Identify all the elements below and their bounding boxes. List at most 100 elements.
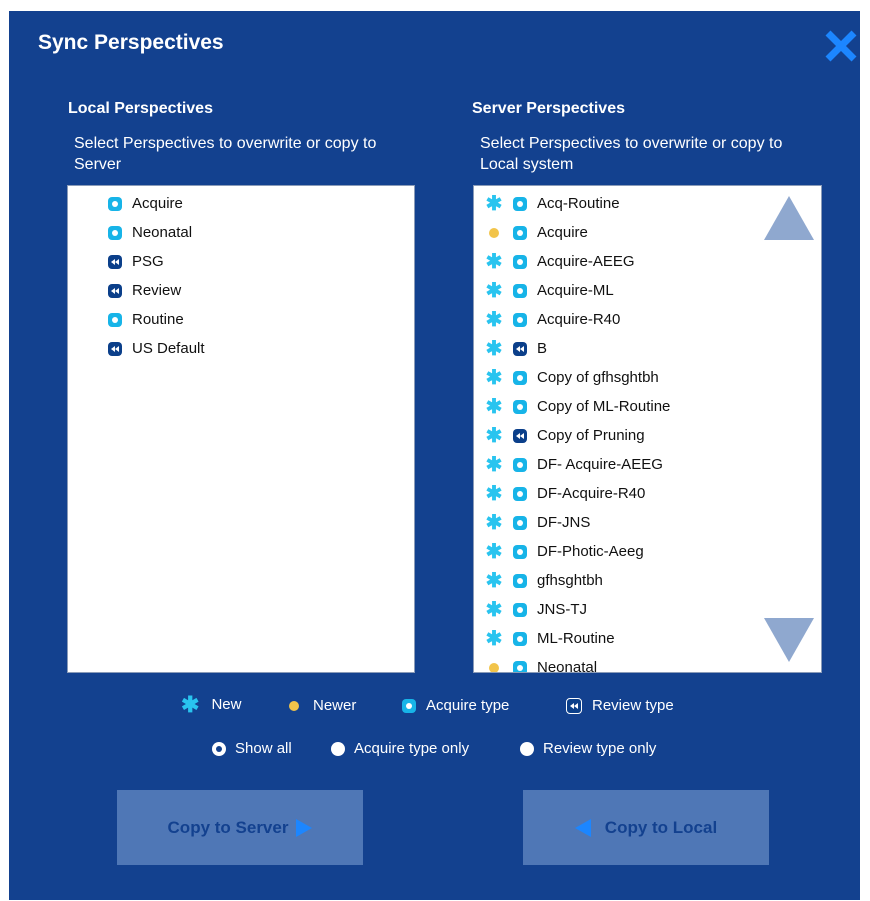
new-asterisk-icon: ✱ [485, 598, 503, 621]
new-asterisk-icon: ✱ [485, 250, 503, 273]
server-perspectives-heading: Server Perspectives [472, 100, 625, 117]
review-type-icon [108, 283, 122, 298]
newer-dot-icon [289, 700, 299, 711]
server-list-item[interactable]: ✱ Acquire-R40 [481, 305, 621, 334]
local-perspectives-list[interactable]: Acquire Neonatal PSG Review Routine US Defaul… [67, 185, 415, 673]
server-list-item[interactable]: ✱ JNS-TJ [481, 595, 587, 624]
new-asterisk-icon: ✱ [485, 308, 503, 331]
legend-acquire-label: Acquire type [426, 697, 510, 714]
new-asterisk-icon: ✱ [485, 540, 503, 563]
filter-acquire-only-radio[interactable]: Acquire type only [331, 740, 469, 757]
legend-acquire: Acquire type [402, 697, 509, 714]
list-item-label: Acq-Routine [537, 195, 620, 212]
server-perspectives-list[interactable]: Neonatal ✱ ML-Routine ✱ JNS-TJ ✱ gfhsghtbh ✱ DF-… [473, 185, 822, 673]
list-item-label: Neonatal [537, 659, 598, 673]
close-icon[interactable] [824, 29, 858, 63]
acquire-type-icon [108, 225, 122, 240]
list-item-label: Acquire-AEEG [537, 253, 635, 270]
copy-to-local-button[interactable]: Copy to Local [523, 790, 769, 865]
acquire-type-icon [513, 631, 527, 646]
acquire-type-icon [513, 196, 527, 211]
acquire-type-icon [513, 573, 527, 588]
server-list-item[interactable]: Neonatal [481, 653, 598, 673]
dialog-title: Sync Perspectives [38, 31, 224, 54]
server-list-item[interactable]: ✱ DF-JNS [481, 508, 591, 537]
list-item-label: DF- Acquire-AEEG [537, 456, 663, 473]
new-asterisk-icon: ✱ [485, 366, 503, 389]
legend-new: ✱ New [181, 691, 242, 717]
new-asterisk-icon: ✱ [485, 337, 503, 360]
acquire-type-icon [513, 544, 527, 559]
list-item-label: DF-JNS [537, 514, 591, 531]
legend-new-label: New [211, 696, 242, 713]
filter-show-all-radio[interactable]: Show all [212, 740, 292, 757]
scroll-up-arrow[interactable] [764, 196, 814, 245]
server-list-item[interactable]: ✱ B [481, 334, 547, 363]
scroll-down-arrow[interactable] [764, 618, 814, 667]
filter-show-all-label: Show all [235, 740, 292, 757]
sync-perspectives-dialog: Sync Perspectives Local Perspectives Sel… [9, 11, 860, 900]
list-item-label: B [537, 340, 548, 357]
copy-to-local-label: Copy to Local [604, 817, 718, 837]
review-type-icon [108, 254, 122, 269]
new-asterisk-icon: ✱ [485, 424, 503, 447]
acquire-type-icon [513, 283, 527, 298]
copy-to-server-label: Copy to Server [167, 817, 289, 837]
review-type-icon [513, 428, 527, 443]
acquire-type-icon [402, 698, 416, 713]
review-type-icon [566, 697, 582, 714]
server-list-item[interactable]: ✱ gfhsghtbh [481, 566, 603, 595]
newer-dot-icon [481, 662, 507, 672]
server-list-item[interactable]: ✱ ML-Routine [481, 624, 615, 653]
list-item-label: gfhsghtbh [537, 572, 603, 589]
new-asterisk-icon: ✱ [181, 691, 200, 717]
filter-review-only-label: Review type only [543, 740, 657, 757]
new-asterisk-icon: ✱ [485, 627, 503, 650]
review-type-icon [108, 341, 122, 356]
server-list-item[interactable]: ✱ Acquire-ML [481, 276, 614, 305]
local-list-item[interactable]: Review [108, 276, 181, 305]
local-list-item[interactable]: Neonatal [108, 218, 192, 247]
legend-review: Review type [566, 697, 674, 714]
local-list-item[interactable]: Acquire [108, 189, 183, 218]
copy-to-server-button[interactable]: Copy to Server [117, 790, 363, 865]
new-asterisk-icon: ✱ [485, 395, 503, 418]
list-item-label: Review [132, 282, 182, 299]
server-list-item[interactable]: ✱ Acquire-AEEG [481, 247, 635, 276]
acquire-type-icon [513, 370, 527, 385]
local-list-item[interactable]: Routine [108, 305, 184, 334]
acquire-type-icon [513, 225, 527, 240]
acquire-type-icon [513, 602, 527, 617]
list-item-label: Neonatal [132, 224, 193, 241]
radio-unselected-icon [520, 741, 534, 756]
list-item-label: Acquire-R40 [537, 311, 621, 328]
server-instruction: Select Perspectives to overwrite or copy… [480, 135, 783, 173]
acquire-type-icon [513, 515, 527, 530]
acquire-type-icon [108, 196, 122, 211]
radio-unselected-icon [331, 741, 345, 756]
filter-review-only-radio[interactable]: Review type only [520, 740, 656, 757]
acquire-type-icon [513, 312, 527, 327]
filter-acquire-only-label: Acquire type only [354, 740, 470, 757]
review-type-icon [513, 341, 527, 356]
local-list-item[interactable]: PSG [108, 247, 164, 276]
arrow-left-icon [574, 818, 591, 837]
acquire-type-icon [513, 399, 527, 414]
acquire-type-icon [513, 457, 527, 472]
server-list-item[interactable]: Acquire [481, 218, 588, 247]
server-list-item[interactable]: ✱ DF-Photic-Aeeg [481, 537, 644, 566]
server-list-item[interactable]: ✱ Copy of ML-Routine [481, 392, 671, 421]
server-list-item[interactable]: ✱ DF-Acquire-R40 [481, 479, 646, 508]
server-list-item[interactable]: ✱ Acq-Routine [481, 189, 620, 218]
list-item-label: Copy of gfhsghtbh [537, 369, 659, 386]
list-item-label: DF-Photic-Aeeg [537, 543, 644, 560]
local-list-item[interactable]: US Default [108, 334, 205, 363]
server-list-item[interactable]: ✱ Copy of Pruning [481, 421, 645, 450]
server-list-item[interactable]: ✱ DF- Acquire-AEEG [481, 450, 663, 479]
legend-newer-label: Newer [313, 697, 357, 714]
server-list-item[interactable]: ✱ Copy of gfhsghtbh [481, 363, 659, 392]
list-item-label: US Default [132, 340, 205, 357]
acquire-type-icon [513, 660, 527, 672]
acquire-type-icon [513, 254, 527, 269]
new-asterisk-icon: ✱ [485, 279, 503, 302]
